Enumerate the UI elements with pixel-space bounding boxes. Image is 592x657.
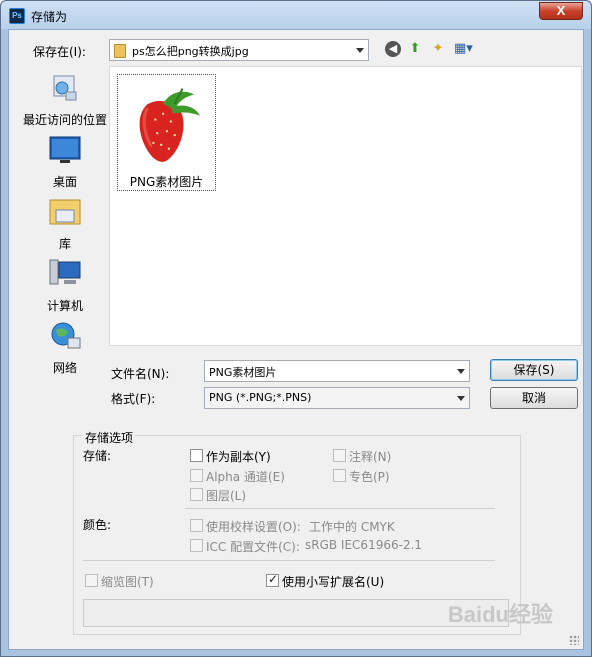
title-bar[interactable]: Ps 存储为 X [1, 1, 591, 29]
view-menu-icon[interactable]: ▦▾ [454, 40, 473, 58]
alpha-channel-label: Alpha 通道(E) [206, 470, 285, 484]
place-desktop[interactable]: 桌面 [19, 134, 111, 190]
save-as-dialog: Ps 存储为 X 保存在(I): ps怎么把png转换成jpg ◀ ⬆ ✦ ▦▾… [0, 0, 592, 657]
chevron-down-icon [457, 396, 465, 401]
file-item[interactable]: PNG素材图片 [117, 74, 216, 191]
notes-label: 注释(N) [349, 450, 392, 464]
back-arrow-icon[interactable]: ◀ [385, 41, 401, 57]
proof-setup-checkbox[interactable] [190, 519, 203, 532]
photoshop-app-icon: Ps [9, 8, 25, 24]
save-in-label: 保存在(I): [33, 45, 86, 59]
save-options-title: 存储选项 [83, 429, 136, 446]
layers-label: 图层(L) [206, 489, 247, 503]
file-list[interactable]: PNG素材图片 [109, 66, 582, 346]
window-title: 存储为 [31, 10, 68, 24]
places-bar: 最近访问的位置 桌面 库 计算机 网络 [19, 66, 111, 376]
filename-value: PNG素材图片 [209, 366, 277, 379]
place-label: 桌面 [52, 175, 77, 189]
recent-places-icon [53, 75, 77, 101]
icc-profile-label: ICC 配置文件(C): [206, 540, 300, 554]
divider [185, 508, 495, 509]
save-in-dropdown[interactable]: ps怎么把png转换成jpg [109, 39, 369, 61]
new-folder-icon[interactable]: ✦ [429, 40, 447, 58]
proof-setup-value: 工作中的 CMYK [309, 520, 395, 534]
chevron-down-icon [356, 48, 364, 53]
icc-profile-checkbox[interactable] [190, 539, 203, 552]
dialog-client-area: 保存在(I): ps怎么把png转换成jpg ◀ ⬆ ✦ ▦▾ 最近访问的位置 [8, 29, 584, 650]
thumbnail-label: 缩览图(T) [101, 575, 154, 589]
filename-label: 文件名(N): [111, 367, 170, 381]
divider [83, 560, 495, 561]
strawberry-image [139, 88, 200, 162]
place-libraries[interactable]: 库 [19, 196, 111, 252]
lowercase-extension-label: 使用小写扩展名(U) [282, 575, 385, 589]
icc-profile-value: sRGB IEC61966-2.1 [305, 538, 423, 552]
warning-message-box [83, 599, 509, 627]
alpha-channel-checkbox[interactable] [190, 469, 203, 482]
place-computer[interactable]: 计算机 [19, 258, 111, 314]
as-copy-checkbox[interactable] [190, 449, 203, 462]
chevron-down-icon [457, 369, 465, 374]
lowercase-extension-checkbox[interactable] [266, 572, 279, 587]
thumbnail-checkbox[interactable] [85, 574, 98, 587]
spot-color-label: 专色(P) [349, 470, 390, 484]
place-label: 计算机 [46, 299, 83, 313]
close-button[interactable]: X [539, 2, 583, 20]
layers-checkbox[interactable] [190, 488, 203, 501]
save-button[interactable]: 保存(S) [490, 359, 578, 381]
up-folder-icon[interactable]: ⬆ [406, 40, 424, 58]
filename-input[interactable]: PNG素材图片 [204, 360, 470, 382]
storage-label: 存储: [83, 449, 112, 463]
format-dropdown[interactable]: PNG (*.PNG;*.PNS) [204, 387, 470, 409]
desktop-icon [49, 136, 81, 163]
place-label: 最近访问的位置 [22, 113, 107, 127]
place-recent[interactable]: 最近访问的位置 [19, 72, 111, 128]
place-network[interactable]: 网络 [19, 320, 111, 376]
format-label: 格式(F): [111, 392, 156, 406]
place-label: 网络 [52, 361, 77, 375]
folder-icon [114, 44, 126, 58]
resize-grip[interactable] [569, 635, 579, 645]
color-label: 颜色: [83, 518, 112, 532]
watermark: Baidu经验 [447, 602, 553, 627]
proof-setup-label: 使用校样设置(O): [206, 520, 301, 534]
notes-checkbox[interactable] [333, 449, 346, 462]
network-icon [51, 322, 81, 349]
computer-icon [49, 259, 81, 285]
place-label: 库 [58, 237, 71, 251]
save-in-value: ps怎么把png转换成jpg [132, 45, 249, 58]
format-value: PNG (*.PNG;*.PNS) [209, 391, 312, 404]
libraries-icon [49, 199, 81, 225]
cancel-button[interactable]: 取消 [490, 387, 578, 409]
file-name: PNG素材图片 [129, 175, 204, 189]
as-copy-label: 作为副本(Y) [206, 450, 271, 464]
spot-color-checkbox[interactable] [333, 469, 346, 482]
